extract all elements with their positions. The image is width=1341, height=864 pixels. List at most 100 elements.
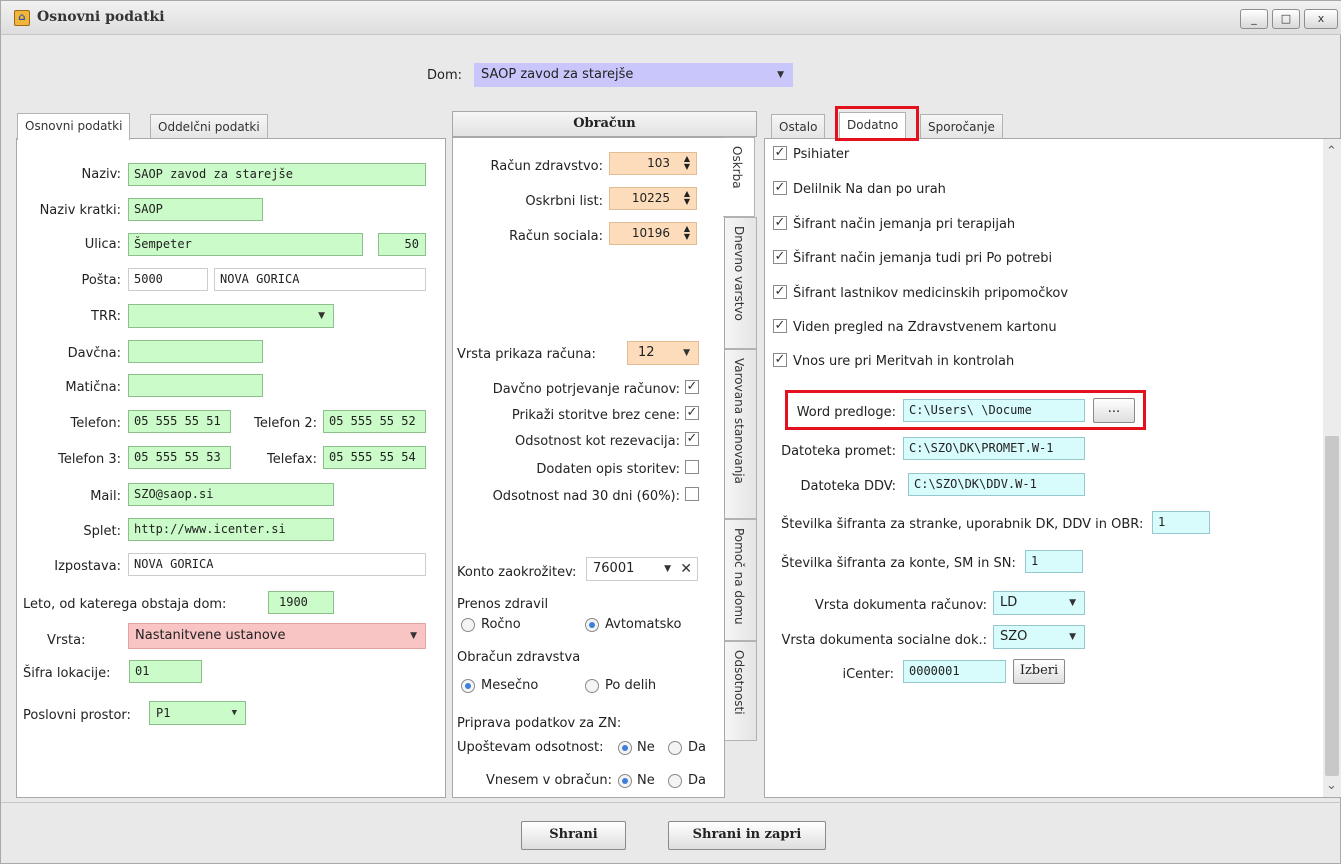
tab-ostalo[interactable]: Ostalo — [771, 114, 826, 139]
posta-code-input[interactable]: 5000 — [128, 268, 208, 291]
vtab-odsotnosti-label: Odsotnosti — [732, 650, 746, 715]
vtab-odsotnosti[interactable]: Odsotnosti — [725, 641, 757, 741]
browse-button[interactable]: ... — [1093, 398, 1135, 423]
word-predloge-input[interactable]: C:\Users\ \Docume — [903, 399, 1085, 422]
poslovni-prostor-value: P1 — [156, 706, 171, 720]
vtab-varovana-stanovanja-label: Varovana stanovanja — [732, 358, 746, 484]
sifra-lokacije-input[interactable]: 01 — [129, 660, 202, 683]
vnesem-ne-radio[interactable] — [618, 774, 632, 788]
ulica-input[interactable]: Šempeter — [128, 233, 363, 256]
upostevam-da-radio[interactable] — [668, 741, 682, 755]
vtab-pomoc-na-domu[interactable]: Pomoč na domu — [725, 519, 757, 641]
check-sifrant-jemanja[interactable]: ✓ — [773, 216, 787, 230]
close-button[interactable]: x — [1304, 9, 1338, 29]
check-vnos-ure-label: Vnos ure pri Meritvah in kontrolah — [793, 354, 1015, 369]
racun-zdravstvo-input[interactable]: 103 ▲ ▼ — [609, 152, 697, 175]
check-viden-pregled-label: Viden pregled na Zdravstvenem kartonu — [793, 320, 1057, 335]
title-bar: ⌂ Osnovni podatki _ □ x — [1, 1, 1341, 35]
prenos-avtomatsko-label: Avtomatsko — [605, 617, 682, 632]
racun-sociala-input[interactable]: 10196 ▲ ▼ — [609, 222, 697, 245]
maticna-input[interactable] — [128, 374, 263, 397]
vtab-oskrba[interactable]: Oskrba — [723, 137, 755, 217]
obracun-po-delih-radio[interactable] — [585, 679, 599, 693]
sifrant-stranke-input[interactable]: 1 — [1152, 511, 1210, 534]
posta-city-input[interactable]: NOVA GORICA — [214, 268, 426, 291]
konto-select[interactable]: 76001 ▼ ✕ — [586, 557, 698, 581]
davcna-input[interactable] — [128, 340, 263, 363]
poslovni-prostor-select[interactable]: P1 ▼ — [149, 701, 246, 725]
chevron-down-icon: ▼ — [777, 70, 784, 80]
telefax-input[interactable]: 05 555 55 54 — [323, 446, 426, 469]
oskrbni-list-input[interactable]: 10225 ▲ ▼ — [609, 187, 697, 210]
vrsta-prikaza-select[interactable]: 12 ▼ — [627, 341, 699, 365]
scroll-up-icon[interactable]: ⌃ — [1326, 144, 1337, 159]
vrsta-racunov-select[interactable]: LD ▼ — [993, 591, 1085, 615]
datoteka-ddv-label: Datoteka DDV: — [800, 479, 896, 494]
clear-icon[interactable]: ✕ — [680, 558, 692, 580]
ulica-number-input[interactable]: 50 — [378, 233, 426, 256]
prikazi-storitve-checkbox[interactable]: ✓ — [685, 406, 699, 420]
vnesem-da-label: Da — [688, 773, 706, 788]
vrsta-socialne-select[interactable]: SZO ▼ — [993, 625, 1085, 649]
dodaten-opis-checkbox[interactable] — [685, 460, 699, 474]
vrsta-select[interactable]: Nastanitvene ustanove ▼ — [128, 623, 426, 649]
splet-label: Splet: — [83, 524, 121, 539]
trr-select[interactable]: ▼ — [128, 304, 334, 328]
izberi-button[interactable]: Izberi — [1013, 659, 1065, 684]
odsotnost-30-checkbox[interactable] — [685, 487, 699, 501]
mail-input[interactable]: SZO@saop.si — [128, 483, 334, 506]
check-sifrant-jemanja-po-potrebi-label: Šifrant način jemanja tudi pri Po potreb… — [793, 251, 1053, 266]
spinner-icon[interactable]: ▲ ▼ — [684, 190, 690, 206]
spinner-icon[interactable]: ▲ ▼ — [684, 225, 690, 241]
upostevam-ne-radio[interactable] — [618, 741, 632, 755]
check-sifrant-lastnikov-label: Šifrant lastnikov medicinskih pripomočko… — [793, 286, 1069, 301]
sifrant-konte-input[interactable]: 1 — [1025, 550, 1083, 573]
right-panel — [764, 138, 1341, 798]
vnesem-da-radio[interactable] — [668, 774, 682, 788]
izpostava-input[interactable]: NOVA GORICA — [128, 553, 426, 576]
obracun-header: Obračun — [452, 111, 757, 137]
naziv-kratki-input[interactable]: SAOP — [128, 198, 263, 221]
tab-osnovni-podatki[interactable]: Osnovni podatki — [17, 113, 131, 140]
check-delilnik[interactable]: ✓ — [773, 181, 787, 195]
check-vnos-ure[interactable]: ✓ — [773, 353, 787, 367]
check-sifrant-jemanja-po-potrebi[interactable]: ✓ — [773, 250, 787, 264]
tab-oddelcni-podatki[interactable]: Oddelčni podatki — [150, 114, 268, 139]
check-psihiater[interactable]: ✓ — [773, 146, 787, 160]
leto-input[interactable]: 1900 — [268, 591, 334, 614]
telefon2-input[interactable]: 05 555 55 52 — [323, 410, 426, 433]
save-and-close-button[interactable]: Shrani in zapri — [668, 821, 826, 850]
racun-sociala-label: Račun sociala: — [509, 229, 603, 244]
maximize-button[interactable]: □ — [1272, 9, 1300, 29]
datoteka-promet-input[interactable]: C:\SZO\DK\PROMET.W-1 — [903, 437, 1085, 460]
prenos-rocno-radio[interactable] — [461, 618, 475, 632]
vtab-varovana-stanovanja[interactable]: Varovana stanovanja — [725, 349, 757, 519]
telefon3-input[interactable]: 05 555 55 53 — [128, 446, 231, 469]
obracun-mesecno-radio[interactable] — [461, 679, 475, 693]
scroll-down-icon[interactable]: ⌄ — [1326, 778, 1337, 793]
main-window: ⌂ Osnovni podatki _ □ x Dom: SAOP zavod … — [0, 0, 1341, 864]
datoteka-ddv-input[interactable]: C:\SZO\DK\DDV.W-1 — [908, 473, 1085, 496]
scrollbar-thumb[interactable] — [1325, 436, 1339, 776]
sifrant-konte-label: Številka šifranta za konte, SM in SN: — [781, 556, 1016, 571]
check-viden-pregled[interactable]: ✓ — [773, 319, 787, 333]
minimize-button[interactable]: _ — [1240, 9, 1268, 29]
davcno-potrjevanje-checkbox[interactable]: ✓ — [685, 380, 699, 394]
spinner-icon[interactable]: ▲ ▼ — [684, 155, 690, 171]
save-button[interactable]: Shrani — [521, 821, 626, 850]
racun-sociala-value: 10196 — [631, 226, 670, 240]
naziv-input[interactable]: SAOP zavod za starejše — [128, 163, 426, 186]
vtab-dnevno-varstvo[interactable]: Dnevno varstvo — [725, 217, 757, 349]
splet-input[interactable]: http://www.icenter.si — [128, 518, 334, 541]
vrsta-socialne-label: Vrsta dokumenta socialne dok.: — [781, 633, 987, 648]
dom-select[interactable]: SAOP zavod za starejše ▼ — [474, 63, 793, 87]
racun-zdravstvo-value: 103 — [647, 156, 670, 170]
odsotnost-rezevacija-checkbox[interactable]: ✓ — [685, 432, 699, 446]
tab-sporocanje[interactable]: Sporočanje — [920, 114, 1003, 139]
prenos-label: Prenos zdravil — [457, 597, 549, 612]
chevron-down-icon: ▼ — [664, 564, 671, 574]
prenos-avtomatsko-radio[interactable] — [585, 618, 599, 632]
telefon-input[interactable]: 05 555 55 51 — [128, 410, 231, 433]
icenter-input[interactable]: 0000001 — [903, 660, 1006, 683]
check-sifrant-lastnikov[interactable]: ✓ — [773, 285, 787, 299]
